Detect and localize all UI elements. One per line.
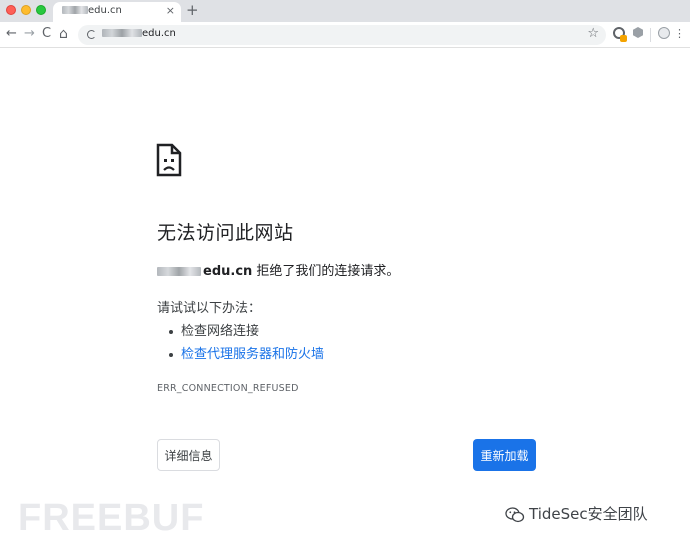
reload-button[interactable]: 重新加载 xyxy=(473,439,536,471)
suggestion-check-proxy-link[interactable]: 检查代理服务器和防火墙 xyxy=(169,343,324,362)
suggestion-check-network: 检查网络连接 xyxy=(169,320,259,339)
bullet-icon xyxy=(169,352,173,357)
window-close-button[interactable] xyxy=(6,5,16,15)
try-heading: 请试试以下办法： xyxy=(157,301,262,316)
browser-toolbar: ← → C ⌂ edu.cn ☆ ⋮ xyxy=(0,22,690,48)
sad-page-icon xyxy=(156,143,182,177)
tab-title: edu.cn xyxy=(62,5,122,16)
back-button[interactable]: ← xyxy=(6,26,17,42)
menu-icon[interactable]: ⋮ xyxy=(674,27,685,40)
tab-close-icon[interactable]: × xyxy=(166,4,175,17)
bullet-icon xyxy=(169,329,173,334)
tidesec-watermark: TideSec安全团队 xyxy=(505,503,648,524)
error-message-text: 拒绝了我们的连接请求。 xyxy=(256,264,400,279)
error-message: edu.cn 拒绝了我们的连接请求。 xyxy=(157,260,399,279)
error-code: ERR_CONNECTION_REFUSED xyxy=(157,383,299,394)
browser-tab[interactable]: edu.cn × xyxy=(53,2,181,22)
home-icon[interactable]: ⌂ xyxy=(59,26,68,42)
site-info-icon[interactable] xyxy=(87,30,96,39)
reload-icon[interactable]: C xyxy=(42,26,51,42)
wechat-icon xyxy=(505,506,525,522)
tab-strip: edu.cn × + xyxy=(0,0,690,22)
new-tab-button[interactable]: + xyxy=(186,1,199,19)
profile-avatar-icon[interactable] xyxy=(658,27,670,39)
extension-badge-icon xyxy=(620,35,627,42)
window-minimize-button[interactable] xyxy=(21,5,31,15)
address-url: edu.cn xyxy=(102,28,176,39)
address-bar[interactable]: edu.cn ☆ xyxy=(78,25,606,45)
error-host: edu.cn xyxy=(157,264,252,279)
page-title: 无法访问此网站 xyxy=(157,222,294,244)
forward-button[interactable]: → xyxy=(24,26,35,42)
bookmark-star-icon[interactable]: ☆ xyxy=(587,26,599,41)
details-button[interactable]: 详细信息 xyxy=(157,439,220,471)
freebuf-watermark: FREEBUF xyxy=(18,497,205,539)
extension-hex-icon[interactable] xyxy=(633,27,643,38)
toolbar-divider xyxy=(650,28,651,42)
window-maximize-button[interactable] xyxy=(36,5,46,15)
